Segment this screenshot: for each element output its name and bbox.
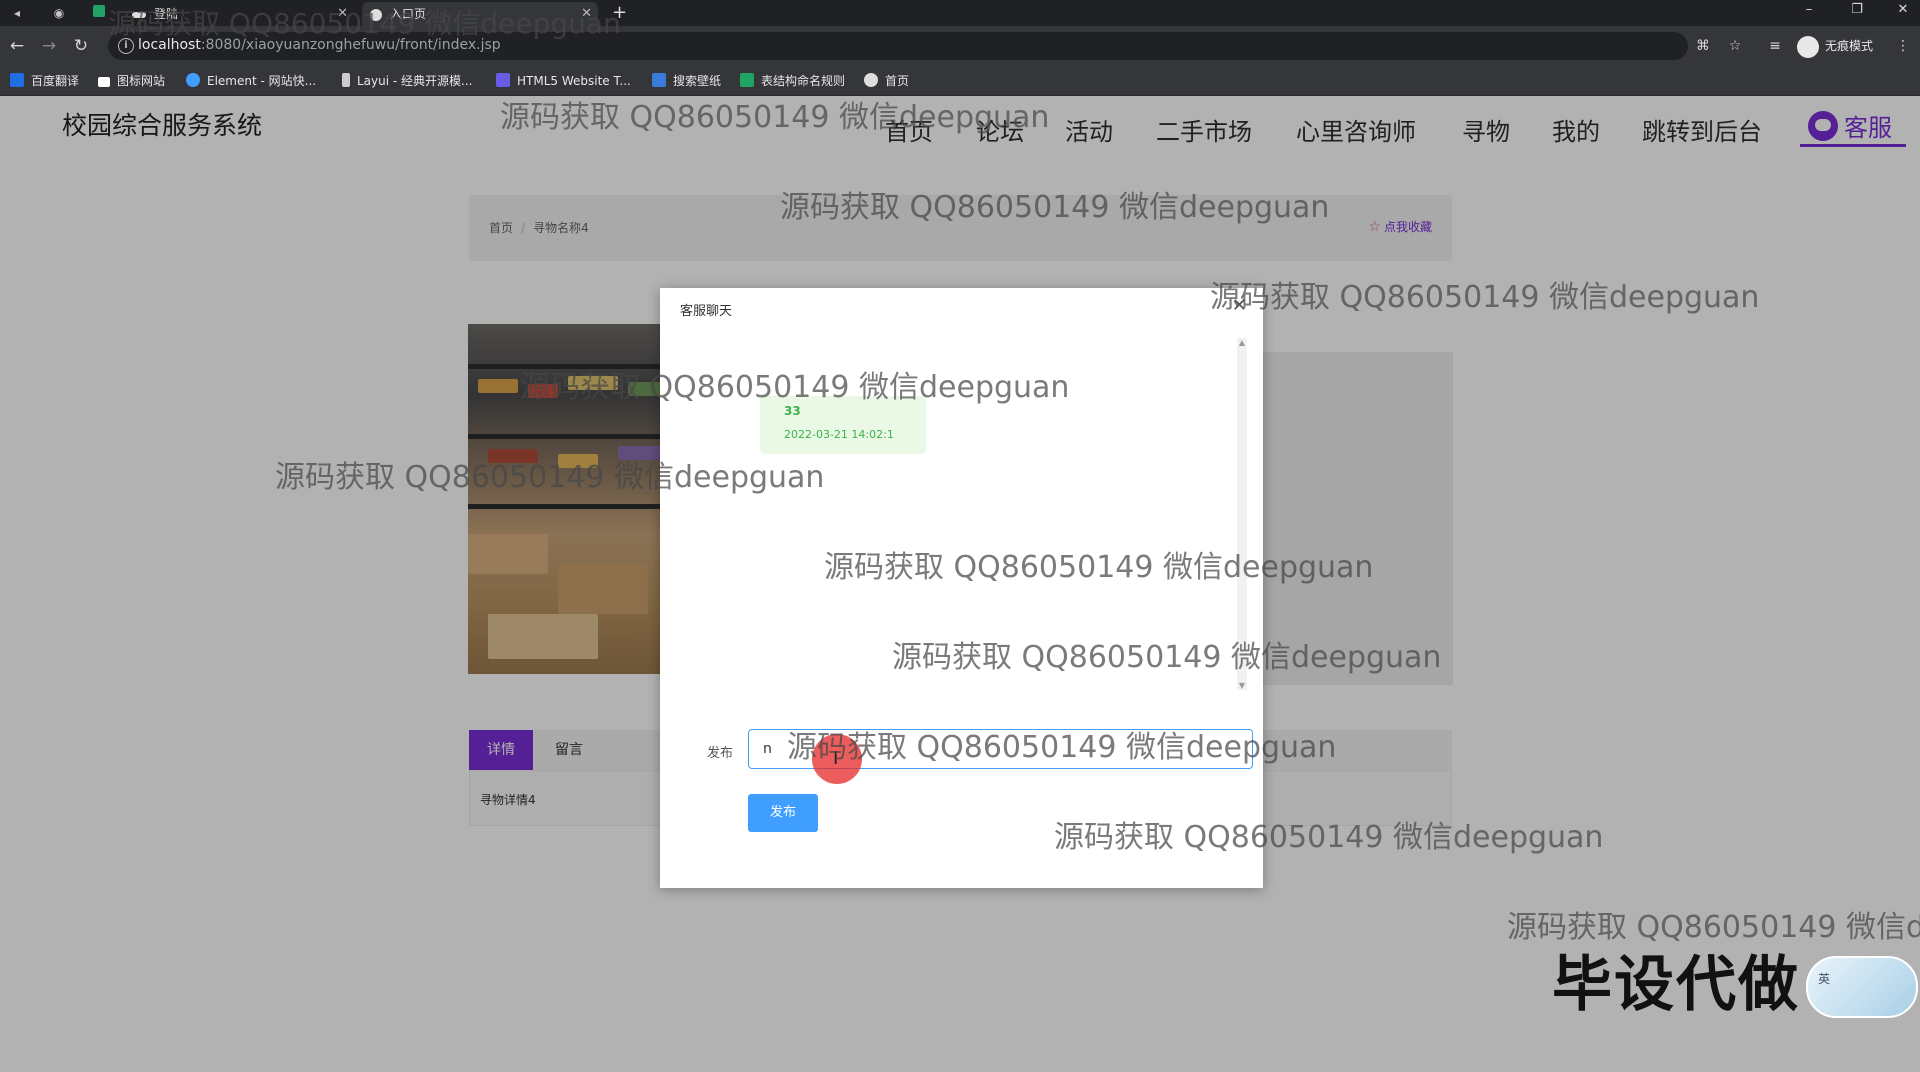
- bookmark-item[interactable]: HTML5 Website T...: [496, 73, 631, 89]
- site-info-icon[interactable]: i: [118, 38, 134, 54]
- message-time: 2022-03-21 14:02:1: [784, 428, 894, 441]
- bookmark-item[interactable]: Element - 网站快...: [186, 73, 316, 89]
- close-tab-icon[interactable]: ✕: [337, 2, 348, 26]
- text-cursor-icon: I: [833, 748, 839, 769]
- scroll-down-icon[interactable]: ▼: [1237, 681, 1247, 690]
- layui-icon: [342, 73, 350, 87]
- close-tab-icon[interactable]: ✕: [581, 2, 592, 26]
- url-field[interactable]: i localhost:8080/xiaoyuanzonghefuwu/fron…: [108, 32, 1688, 60]
- dialog-title: 客服聊天: [680, 304, 733, 319]
- message-text: 33: [784, 404, 801, 418]
- translate-page-icon[interactable]: ⌘: [1692, 35, 1714, 57]
- reload-icon[interactable]: ↻: [70, 35, 92, 57]
- translate-icon: [10, 73, 24, 87]
- browser-tab-bar: ◂ ◉ 登陆 ✕ 入口页 ✕ + – ❐ ✕: [0, 0, 1920, 26]
- tab-label: 登陆: [154, 7, 179, 21]
- incognito-label: 无痕模式: [1825, 39, 1874, 53]
- chat-messages[interactable]: 33 2022-03-21 14:02:1: [660, 336, 1250, 692]
- address-bar: ← → ↻ i localhost:8080/xiaoyuanzonghefuw…: [0, 26, 1920, 66]
- bookmark-item[interactable]: 首页: [864, 73, 909, 89]
- element-icon: [186, 73, 200, 87]
- bookmark-item[interactable]: 图标网站: [98, 73, 165, 89]
- globe-icon[interactable]: ◉: [50, 4, 68, 22]
- tab-favicon-icon: [132, 11, 146, 18]
- restore-window-icon[interactable]: ❐: [1834, 0, 1880, 20]
- minimize-window-icon[interactable]: –: [1786, 0, 1832, 20]
- globe-icon: [864, 73, 878, 87]
- back-icon[interactable]: ←: [6, 35, 28, 57]
- browser-tab-login[interactable]: 登陆 ✕: [124, 2, 354, 26]
- publish-button[interactable]: 发布: [748, 794, 818, 832]
- tab-label: 入口页: [390, 7, 427, 21]
- bookmark-star-icon[interactable]: ☆: [1724, 35, 1746, 57]
- chat-dialog: 客服聊天 ✕ 33 2022-03-21 14:02:1 ▲ ▼ 发布 I 发布: [660, 288, 1263, 888]
- close-icon[interactable]: ✕: [1232, 296, 1247, 316]
- chat-message: 33 2022-03-21 14:02:1: [760, 396, 926, 454]
- bookmark-item[interactable]: 表结构命名规则: [740, 73, 845, 89]
- close-window-icon[interactable]: ✕: [1880, 0, 1920, 20]
- html5-icon: [496, 73, 510, 87]
- bookmarks-bar: 百度翻译 图标网站 Element - 网站快... Layui - 经典开源模…: [0, 66, 1920, 96]
- sheet-icon: [740, 73, 754, 87]
- url-text: localhost:8080/xiaoyuanzonghefuwu/front/…: [138, 37, 501, 53]
- brand-stamp: 毕设代做: [1552, 950, 1800, 1020]
- sheet-icon[interactable]: [90, 4, 108, 22]
- wallpaper-icon: [652, 73, 666, 87]
- mascot-label: 英: [1818, 972, 1831, 986]
- incognito-indicator[interactable]: 无痕模式: [1797, 34, 1873, 58]
- tab-favicon-icon: [370, 8, 382, 21]
- mascot-image: 英: [1806, 956, 1918, 1018]
- browser-tab-entry[interactable]: 入口页 ✕: [362, 2, 598, 26]
- new-tab-button[interactable]: +: [612, 2, 627, 24]
- scroll-up-icon[interactable]: ▲: [1237, 338, 1247, 347]
- message-label: 发布: [707, 746, 734, 761]
- bookmark-item[interactable]: Layui - 经典开源模...: [342, 73, 472, 89]
- more-menu-icon[interactable]: ⋮: [1892, 35, 1914, 57]
- bookmark-item[interactable]: 搜索壁纸: [652, 73, 721, 89]
- incognito-icon: [1797, 35, 1819, 58]
- chat-scrollbar[interactable]: ▲ ▼: [1237, 338, 1247, 690]
- bookmark-item[interactable]: 百度翻译: [10, 73, 79, 89]
- reading-list-icon[interactable]: ≡: [1764, 35, 1786, 57]
- forward-icon[interactable]: →: [38, 35, 60, 57]
- flag-icon: [98, 77, 110, 87]
- audio-icon[interactable]: ◂: [8, 4, 26, 22]
